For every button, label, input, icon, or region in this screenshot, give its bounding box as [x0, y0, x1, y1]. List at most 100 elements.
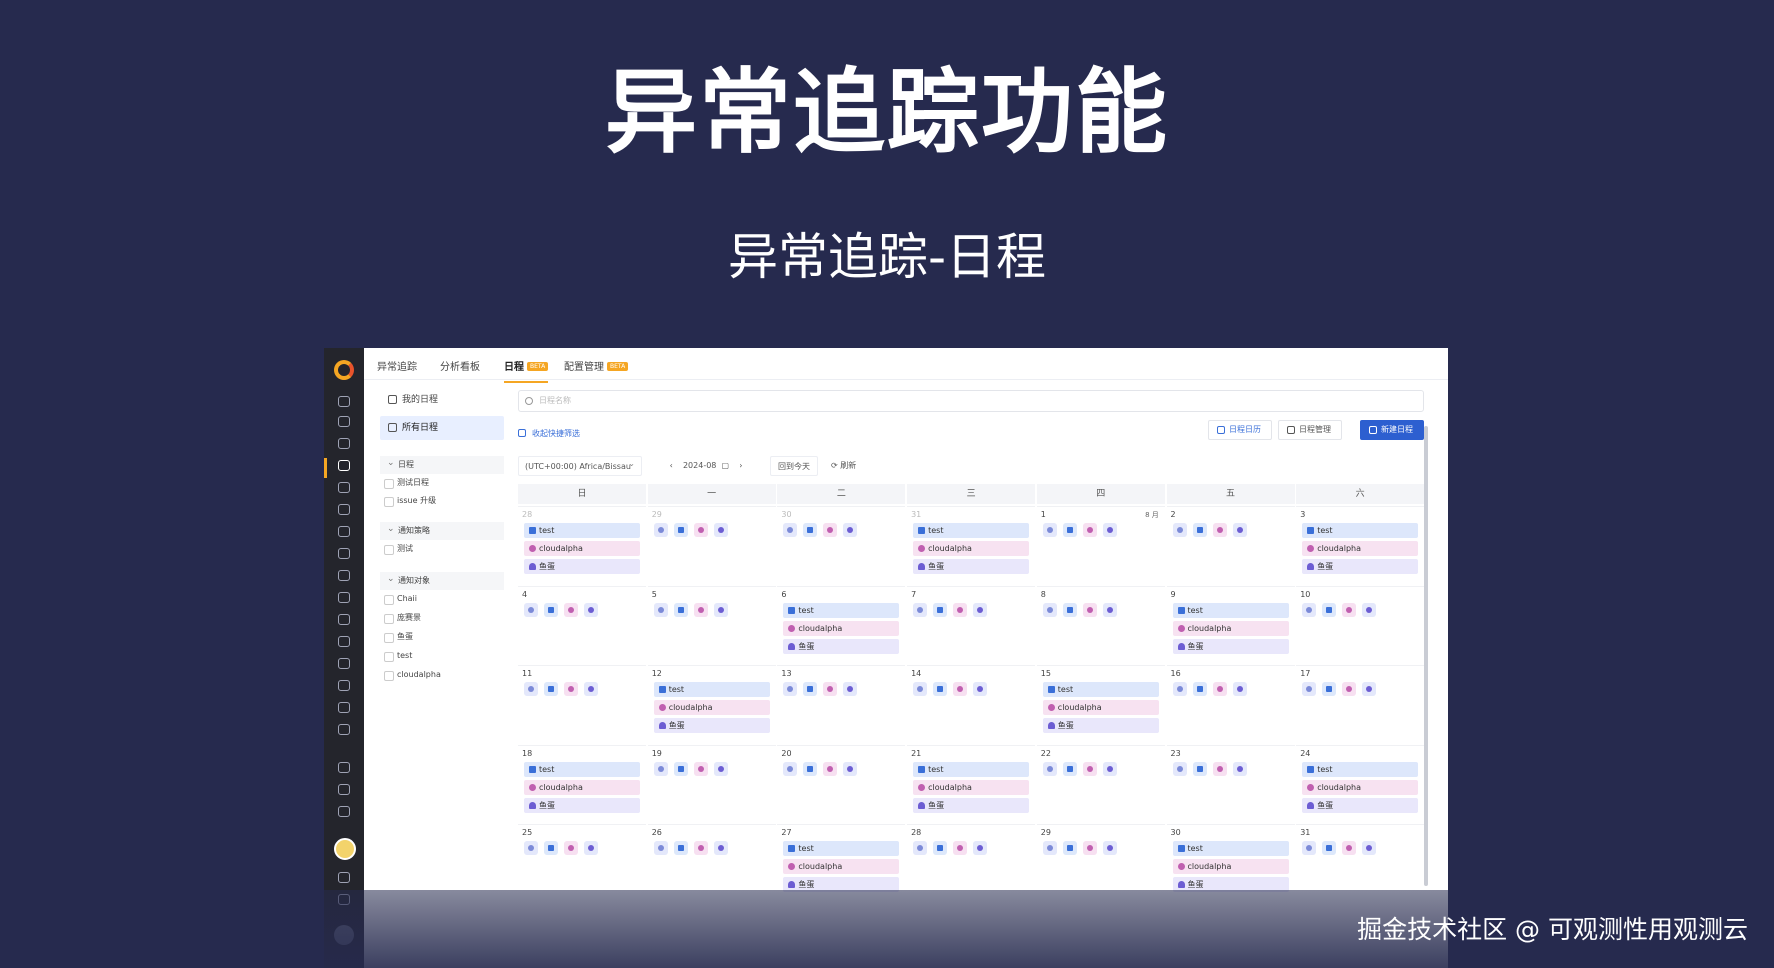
event-chip-icon[interactable] — [673, 761, 688, 776]
event-fish[interactable]: 鱼蛋 — [913, 797, 1030, 813]
event-chip-icon[interactable] — [803, 761, 818, 776]
logs-icon[interactable] — [338, 548, 350, 559]
event-chip-icon[interactable] — [653, 523, 668, 537]
timezone-select[interactable]: (UTC+00:00) Africa/Bissau — [518, 454, 642, 476]
event-test[interactable]: test — [524, 761, 640, 777]
prev-month-icon[interactable]: ‹ — [670, 461, 673, 470]
event-chip-icon[interactable] — [973, 841, 988, 855]
event-chip-icon[interactable] — [1302, 682, 1317, 696]
event-chip-icon[interactable] — [693, 523, 708, 537]
event-chip-icon[interactable] — [564, 602, 578, 617]
event-chip-icon[interactable] — [713, 602, 728, 617]
collapse-filter-link[interactable]: 收起快捷筛选 — [518, 428, 580, 439]
event-test[interactable]: test — [1302, 523, 1419, 538]
calendar-day-cell[interactable]: 18 test cloudalpha 鱼蛋 — [518, 744, 646, 824]
event-chip-icon[interactable] — [713, 841, 728, 855]
checkbox-item[interactable]: issue 升级 — [380, 495, 436, 509]
group-schedule[interactable]: 日程 — [380, 454, 504, 474]
event-test[interactable]: test — [653, 682, 770, 697]
calendar-day-cell[interactable]: 31 test cloudalpha 鱼蛋 — [907, 506, 1036, 585]
event-cloud[interactable]: cloudalpha — [1172, 859, 1289, 874]
calendar-day-cell[interactable]: 30 — [777, 506, 906, 585]
event-chip-icon[interactable] — [843, 761, 858, 776]
event-chip-icon[interactable] — [1102, 841, 1117, 855]
calendar-day-cell[interactable]: 12 test cloudalpha 鱼蛋 — [647, 665, 776, 744]
calendar-day-cell[interactable]: 10 — [1296, 585, 1425, 665]
event-chip-icon[interactable] — [693, 761, 708, 776]
event-chip-icon[interactable] — [713, 523, 728, 537]
calendar-day-cell[interactable]: 22 — [1036, 744, 1165, 824]
event-chip-icon[interactable] — [1232, 761, 1247, 776]
event-chip-icon[interactable] — [783, 682, 798, 696]
event-chip-icon[interactable] — [1102, 523, 1117, 537]
event-chip-icon[interactable] — [953, 682, 968, 696]
calendar-day-cell[interactable]: 20 — [777, 744, 906, 824]
event-test[interactable]: test — [1042, 682, 1159, 697]
search-input[interactable]: 日程名称 — [518, 390, 1424, 412]
checkbox-item[interactable]: 测试 — [380, 543, 413, 557]
event-chip-icon[interactable] — [1062, 602, 1077, 617]
event-chip-icon[interactable] — [913, 841, 928, 855]
event-chip-icon[interactable] — [544, 682, 558, 696]
event-cloud[interactable]: cloudalpha — [783, 859, 900, 874]
event-chip-icon[interactable] — [1102, 602, 1117, 617]
event-chip-icon[interactable] — [584, 841, 598, 855]
event-fish[interactable]: 鱼蛋 — [783, 638, 900, 654]
event-test[interactable]: test — [1172, 841, 1289, 856]
event-chip-icon[interactable] — [803, 682, 818, 696]
calendar-day-cell[interactable]: 8 — [1036, 585, 1165, 665]
event-chip-icon[interactable] — [1342, 602, 1357, 617]
calendar-day-cell[interactable]: 14 — [907, 665, 1036, 744]
event-chip-icon[interactable] — [1342, 841, 1357, 855]
sidebar-item-my-schedule[interactable]: 我的日程 — [380, 388, 504, 412]
monitor-icon[interactable] — [338, 416, 350, 427]
calendar-day-cell[interactable]: 3 test cloudalpha 鱼蛋 — [1296, 506, 1425, 585]
event-chip-icon[interactable] — [1232, 682, 1247, 696]
event-chip-icon[interactable] — [584, 682, 598, 696]
event-chip-icon[interactable] — [933, 841, 948, 855]
event-chip-icon[interactable] — [1212, 523, 1227, 537]
event-chip-icon[interactable] — [1042, 523, 1057, 537]
event-test[interactable]: test — [913, 761, 1030, 777]
event-chip-icon[interactable] — [953, 602, 968, 617]
event-fish[interactable]: 鱼蛋 — [1302, 559, 1419, 574]
event-chip-icon[interactable] — [1042, 761, 1057, 776]
event-cloud[interactable]: cloudalpha — [1302, 779, 1419, 795]
list-icon[interactable] — [338, 872, 350, 883]
apm-icon[interactable] — [338, 570, 350, 581]
today-button[interactable]: 回到今天 — [770, 456, 818, 476]
help-icon[interactable] — [338, 806, 350, 817]
event-chip-icon[interactable] — [1082, 761, 1097, 776]
scrollbar[interactable] — [1424, 426, 1428, 886]
event-chip-icon[interactable] — [1062, 523, 1077, 537]
checkbox-item[interactable]: 测试日程 — [380, 477, 429, 491]
calendar-day-cell[interactable]: 23 — [1166, 744, 1295, 824]
event-chip-icon[interactable] — [1082, 841, 1097, 855]
event-chip-icon[interactable] — [783, 523, 798, 537]
event-chip-icon[interactable] — [1062, 841, 1077, 855]
settings-sliders-icon[interactable] — [338, 702, 350, 713]
calendar-view-button[interactable]: 日程日历 — [1208, 420, 1272, 440]
event-chip-icon[interactable] — [1082, 523, 1097, 537]
event-chip-icon[interactable] — [1192, 523, 1207, 537]
group-notify-target[interactable]: 通知对象 — [380, 570, 504, 590]
event-cloud[interactable]: cloudalpha — [1172, 620, 1289, 636]
send-icon[interactable] — [338, 784, 350, 795]
event-chip-icon[interactable] — [1342, 682, 1357, 696]
shield-icon[interactable] — [338, 680, 350, 691]
dashboard-icon[interactable] — [338, 438, 350, 449]
event-chip-icon[interactable] — [973, 602, 988, 617]
event-chip-icon[interactable] — [524, 682, 538, 696]
event-chip-icon[interactable] — [673, 841, 688, 855]
event-chip-icon[interactable] — [1042, 841, 1057, 855]
event-fish[interactable]: 鱼蛋 — [524, 559, 640, 574]
event-fish[interactable]: 鱼蛋 — [1172, 638, 1289, 654]
event-test[interactable]: test — [783, 841, 900, 856]
search-icon[interactable] — [338, 396, 350, 407]
month-picker[interactable]: ‹ 2024-08 ▢ › — [656, 456, 756, 476]
event-test[interactable]: test — [524, 523, 640, 538]
calendar-day-cell[interactable]: 28 test cloudalpha 鱼蛋 — [518, 506, 646, 585]
calendar-day-cell[interactable]: 19 — [647, 744, 776, 824]
event-chip-icon[interactable] — [973, 682, 988, 696]
event-chip-icon[interactable] — [544, 602, 558, 617]
